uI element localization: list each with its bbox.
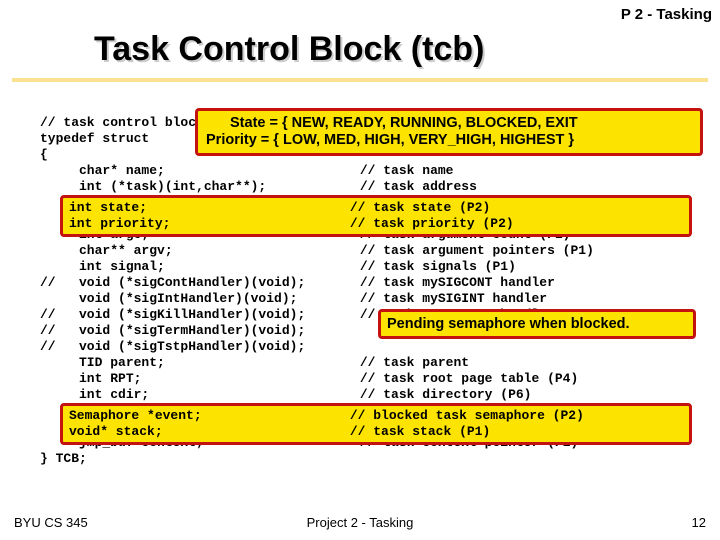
code-line: void (*sigIntHandler)(void); // task myS… xyxy=(40,291,547,306)
code-line: char* name; // task name xyxy=(40,163,453,178)
code-line: char** argv; // task argument pointers (… xyxy=(40,243,594,258)
callout-pending-note: Pending semaphore when blocked. xyxy=(378,309,696,339)
callout-enums: State = { NEW, READY, RUNNING, BLOCKED, … xyxy=(195,108,703,156)
header-label: P 2 - Tasking xyxy=(621,6,712,23)
code-line: } TCB; xyxy=(40,451,87,466)
code-line: // void (*sigTstpHandler)(void); xyxy=(40,339,305,354)
code-line: int RPT; // task root page table (P4) xyxy=(40,371,578,386)
footer-center: Project 2 - Tasking xyxy=(0,515,720,530)
highlight-line: int state; // task state (P2) xyxy=(69,200,490,215)
title-underline xyxy=(12,78,708,82)
code-line: int (*task)(int,char**); // task address xyxy=(40,179,477,194)
code-line: // task control block xyxy=(40,115,204,130)
code-line: // void (*sigTermHandler)(void); xyxy=(40,323,305,338)
page-title: Task Control Block (tcb) xyxy=(94,30,484,69)
code-line: { xyxy=(40,147,48,162)
code-line: // void (*sigContHandler)(void); // task… xyxy=(40,275,555,290)
code-line: TID parent; // task parent xyxy=(40,355,469,370)
callout-highlight-event: Semaphore *event; // blocked task semaph… xyxy=(60,403,692,445)
enum-priority-line: Priority = { LOW, MED, HIGH, VERY_HIGH, … xyxy=(206,132,692,149)
highlight-line: void* stack; // task stack (P1) xyxy=(69,424,490,439)
code-line: int cdir; // task directory (P6) xyxy=(40,387,531,402)
code-line: int signal; // task signals (P1) xyxy=(40,259,516,274)
footer-page-number: 12 xyxy=(692,515,706,530)
highlight-line: Semaphore *event; // blocked task semaph… xyxy=(69,408,584,423)
highlight-line: int priority; // task priority (P2) xyxy=(69,216,514,231)
callout-highlight-state: int state; // task state (P2) int priori… xyxy=(60,195,692,237)
code-line: typedef struct xyxy=(40,131,149,146)
enum-state-line: State = { NEW, READY, RUNNING, BLOCKED, … xyxy=(206,115,692,132)
